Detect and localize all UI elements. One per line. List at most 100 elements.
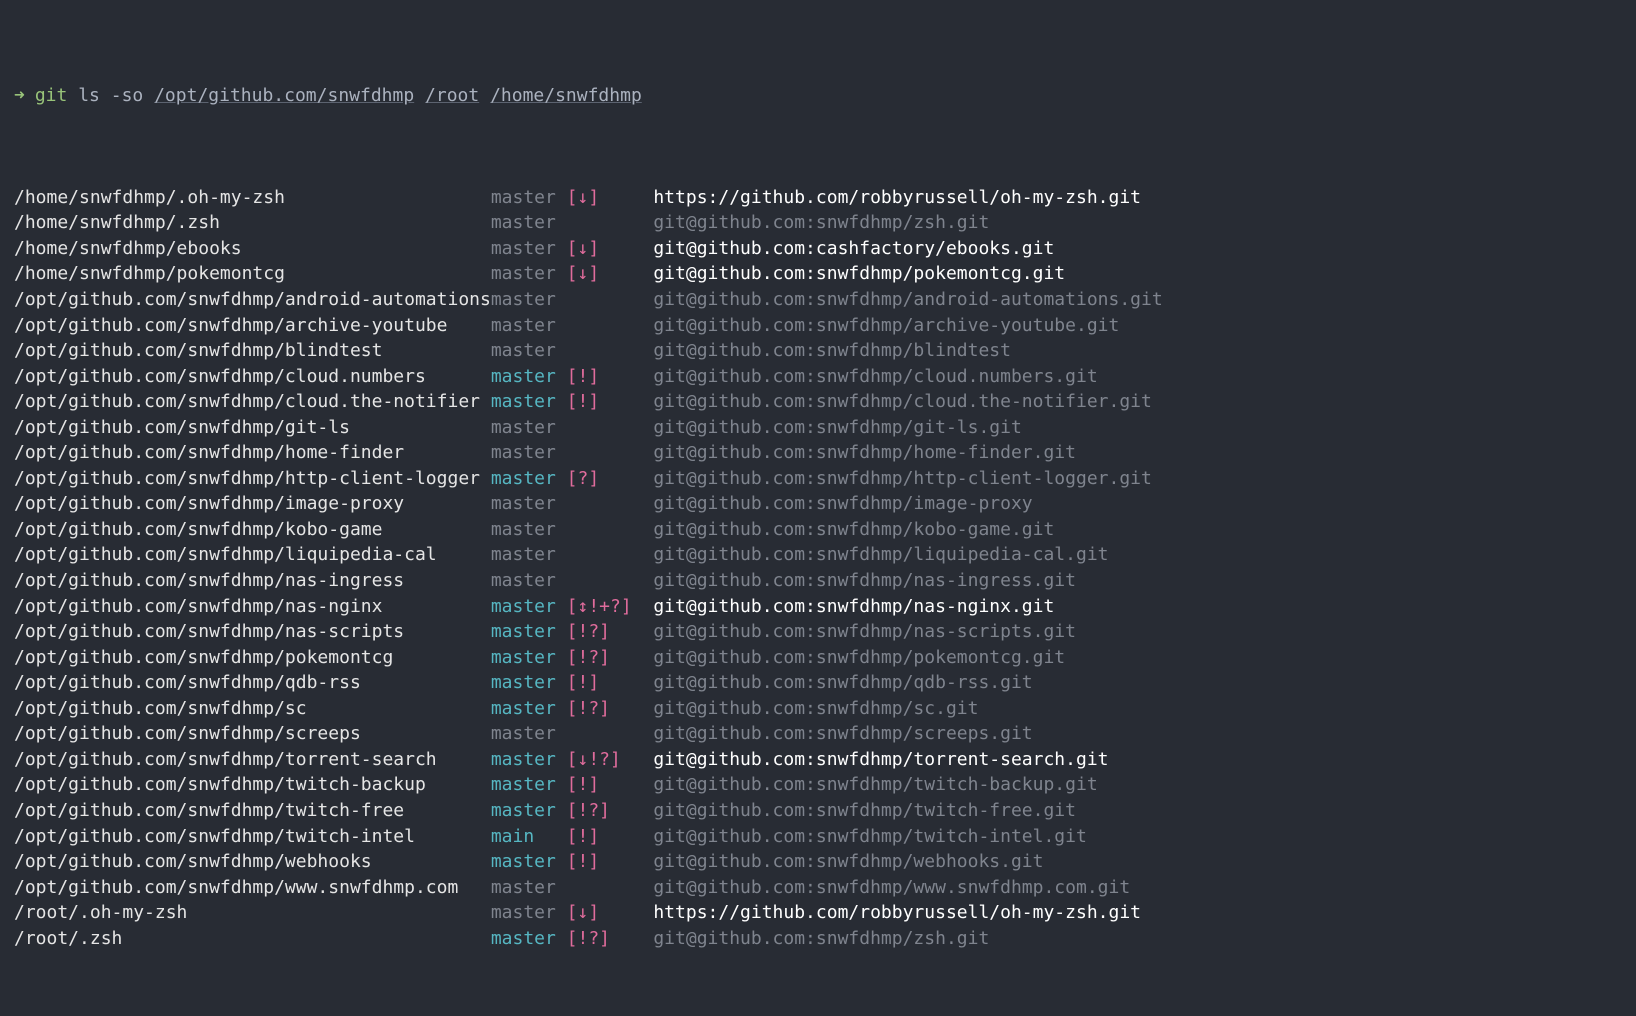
repo-path: /home/snwfdhmp/pokemontcg bbox=[14, 261, 491, 287]
repo-branch: master bbox=[491, 313, 567, 339]
repo-branch: master bbox=[491, 721, 567, 747]
repo-remote: git@github.com:snwfdhmp/git-ls.git bbox=[653, 415, 1021, 441]
repo-status bbox=[567, 517, 654, 543]
repo-path: /opt/github.com/snwfdhmp/twitch-backup bbox=[14, 772, 491, 798]
repo-status bbox=[567, 440, 654, 466]
repo-path: /opt/github.com/snwfdhmp/sc bbox=[14, 696, 491, 722]
repo-row: /opt/github.com/snwfdhmp/cloud.the-notif… bbox=[14, 389, 1622, 415]
repo-row: /opt/github.com/snwfdhmp/git-lsmastergit… bbox=[14, 415, 1622, 441]
repo-path: /opt/github.com/snwfdhmp/archive-youtube bbox=[14, 313, 491, 339]
repo-branch: master bbox=[491, 926, 567, 952]
repo-remote: git@github.com:snwfdhmp/android-automati… bbox=[653, 287, 1162, 313]
command-flags: -so bbox=[111, 83, 144, 109]
repo-path: /opt/github.com/snwfdhmp/nas-nginx bbox=[14, 594, 491, 620]
repo-row: /opt/github.com/snwfdhmp/webhooksmaster[… bbox=[14, 849, 1622, 875]
repo-path: /opt/github.com/snwfdhmp/http-client-log… bbox=[14, 466, 491, 492]
repo-remote: git@github.com:snwfdhmp/twitch-backup.gi… bbox=[653, 772, 1097, 798]
repo-remote: git@github.com:snwfdhmp/qdb-rss.git bbox=[653, 670, 1032, 696]
repo-row: /opt/github.com/snwfdhmp/image-proxymast… bbox=[14, 491, 1622, 517]
repo-path: /opt/github.com/snwfdhmp/twitch-free bbox=[14, 798, 491, 824]
repo-branch: master bbox=[491, 261, 567, 287]
repo-remote: git@github.com:snwfdhmp/blindtest bbox=[653, 338, 1011, 364]
repo-remote: git@github.com:snwfdhmp/cloud.numbers.gi… bbox=[653, 364, 1097, 390]
repo-status: [!] bbox=[567, 389, 654, 415]
repo-path: /opt/github.com/snwfdhmp/android-automat… bbox=[14, 287, 491, 313]
repo-path: /opt/github.com/snwfdhmp/liquipedia-cal bbox=[14, 542, 491, 568]
repo-row: /opt/github.com/snwfdhmp/home-findermast… bbox=[14, 440, 1622, 466]
repo-path: /opt/github.com/snwfdhmp/blindtest bbox=[14, 338, 491, 364]
repo-row: /opt/github.com/snwfdhmp/blindtestmaster… bbox=[14, 338, 1622, 364]
repo-remote: git@github.com:snwfdhmp/archive-youtube.… bbox=[653, 313, 1119, 339]
repo-branch: master bbox=[491, 747, 567, 773]
repo-row: /opt/github.com/snwfdhmp/nas-ingressmast… bbox=[14, 568, 1622, 594]
repo-row: /opt/github.com/snwfdhmp/twitch-intelmai… bbox=[14, 824, 1622, 850]
repo-status bbox=[567, 415, 654, 441]
repo-remote: git@github.com:snwfdhmp/screeps.git bbox=[653, 721, 1032, 747]
command-arg: /home/snwfdhmp bbox=[490, 83, 642, 109]
repo-remote: git@github.com:snwfdhmp/liquipedia-cal.g… bbox=[653, 542, 1108, 568]
command-name: git bbox=[35, 83, 68, 109]
repo-row: /opt/github.com/snwfdhmp/archive-youtube… bbox=[14, 313, 1622, 339]
repo-branch: master bbox=[491, 287, 567, 313]
repo-branch: master bbox=[491, 619, 567, 645]
repo-branch: master bbox=[491, 236, 567, 262]
repo-status: [!] bbox=[567, 670, 654, 696]
repo-path: /opt/github.com/snwfdhmp/cloud.the-notif… bbox=[14, 389, 491, 415]
repo-path: /opt/github.com/snwfdhmp/torrent-search bbox=[14, 747, 491, 773]
repo-branch: master bbox=[491, 568, 567, 594]
repo-status: [↓!?] bbox=[567, 747, 654, 773]
repo-row: /opt/github.com/snwfdhmp/torrent-searchm… bbox=[14, 747, 1622, 773]
repo-branch: master bbox=[491, 466, 567, 492]
repo-path: /opt/github.com/snwfdhmp/webhooks bbox=[14, 849, 491, 875]
terminal[interactable]: ➜ git ls -so /opt/github.com/snwfdhmp /r… bbox=[0, 0, 1636, 1016]
repo-path: /opt/github.com/snwfdhmp/git-ls bbox=[14, 415, 491, 441]
repo-branch: master bbox=[491, 696, 567, 722]
repo-row: /opt/github.com/snwfdhmp/cloud.numbersma… bbox=[14, 364, 1622, 390]
repo-branch: master bbox=[491, 645, 567, 671]
repo-row: /opt/github.com/snwfdhmp/scmaster[!?]git… bbox=[14, 696, 1622, 722]
repo-branch: master bbox=[491, 670, 567, 696]
repo-row: /opt/github.com/snwfdhmp/android-automat… bbox=[14, 287, 1622, 313]
repo-row: /home/snwfdhmp/ebooksmaster[↓]git@github… bbox=[14, 236, 1622, 262]
repo-remote: https://github.com/robbyrussell/oh-my-zs… bbox=[653, 900, 1141, 926]
repo-remote: git@github.com:snwfdhmp/pokemontcg.git bbox=[653, 645, 1065, 671]
repo-remote: git@github.com:snwfdhmp/nas-scripts.git bbox=[653, 619, 1076, 645]
repo-status bbox=[567, 313, 654, 339]
repo-remote: git@github.com:snwfdhmp/image-proxy bbox=[653, 491, 1032, 517]
repo-row: /opt/github.com/snwfdhmp/twitch-freemast… bbox=[14, 798, 1622, 824]
repo-row: /root/.zshmaster[!?]git@github.com:snwfd… bbox=[14, 926, 1622, 952]
repo-branch: master bbox=[491, 185, 567, 211]
repo-remote: git@github.com:snwfdhmp/zsh.git bbox=[653, 210, 989, 236]
repo-remote: git@github.com:snwfdhmp/cloud.the-notifi… bbox=[653, 389, 1152, 415]
repo-status bbox=[567, 338, 654, 364]
repo-branch: master bbox=[491, 440, 567, 466]
repo-path: /root/.oh-my-zsh bbox=[14, 900, 491, 926]
repo-branch: master bbox=[491, 542, 567, 568]
command-sub: ls bbox=[78, 83, 100, 109]
repo-remote: git@github.com:snwfdhmp/home-finder.git bbox=[653, 440, 1076, 466]
repo-path: /opt/github.com/snwfdhmp/home-finder bbox=[14, 440, 491, 466]
repo-status: [↓] bbox=[567, 236, 654, 262]
repo-path: /opt/github.com/snwfdhmp/nas-ingress bbox=[14, 568, 491, 594]
repo-path: /opt/github.com/snwfdhmp/image-proxy bbox=[14, 491, 491, 517]
repo-branch: master bbox=[491, 594, 567, 620]
repo-remote: git@github.com:cashfactory/ebooks.git bbox=[653, 236, 1054, 262]
repo-branch: main bbox=[491, 824, 567, 850]
repo-status bbox=[567, 542, 654, 568]
repo-remote: git@github.com:snwfdhmp/www.snwfdhmp.com… bbox=[653, 875, 1130, 901]
repo-row: /home/snwfdhmp/.oh-my-zshmaster[↓]https:… bbox=[14, 185, 1622, 211]
repo-status: [!?] bbox=[567, 798, 654, 824]
repo-status: [?] bbox=[567, 466, 654, 492]
repo-remote: git@github.com:snwfdhmp/nas-ingress.git bbox=[653, 568, 1076, 594]
repo-branch: master bbox=[491, 517, 567, 543]
repo-status bbox=[567, 568, 654, 594]
repo-path: /opt/github.com/snwfdhmp/kobo-game bbox=[14, 517, 491, 543]
repo-status: [!] bbox=[567, 849, 654, 875]
repo-status: [↓] bbox=[567, 185, 654, 211]
repo-remote: git@github.com:snwfdhmp/webhooks.git bbox=[653, 849, 1043, 875]
repo-status: [↓] bbox=[567, 900, 654, 926]
repo-row: /opt/github.com/snwfdhmp/nas-nginxmaster… bbox=[14, 594, 1622, 620]
repo-status: [!?] bbox=[567, 619, 654, 645]
repo-row: /opt/github.com/snwfdhmp/pokemontcgmaste… bbox=[14, 645, 1622, 671]
prompt-line: ➜ git ls -so /opt/github.com/snwfdhmp /r… bbox=[14, 83, 1622, 109]
